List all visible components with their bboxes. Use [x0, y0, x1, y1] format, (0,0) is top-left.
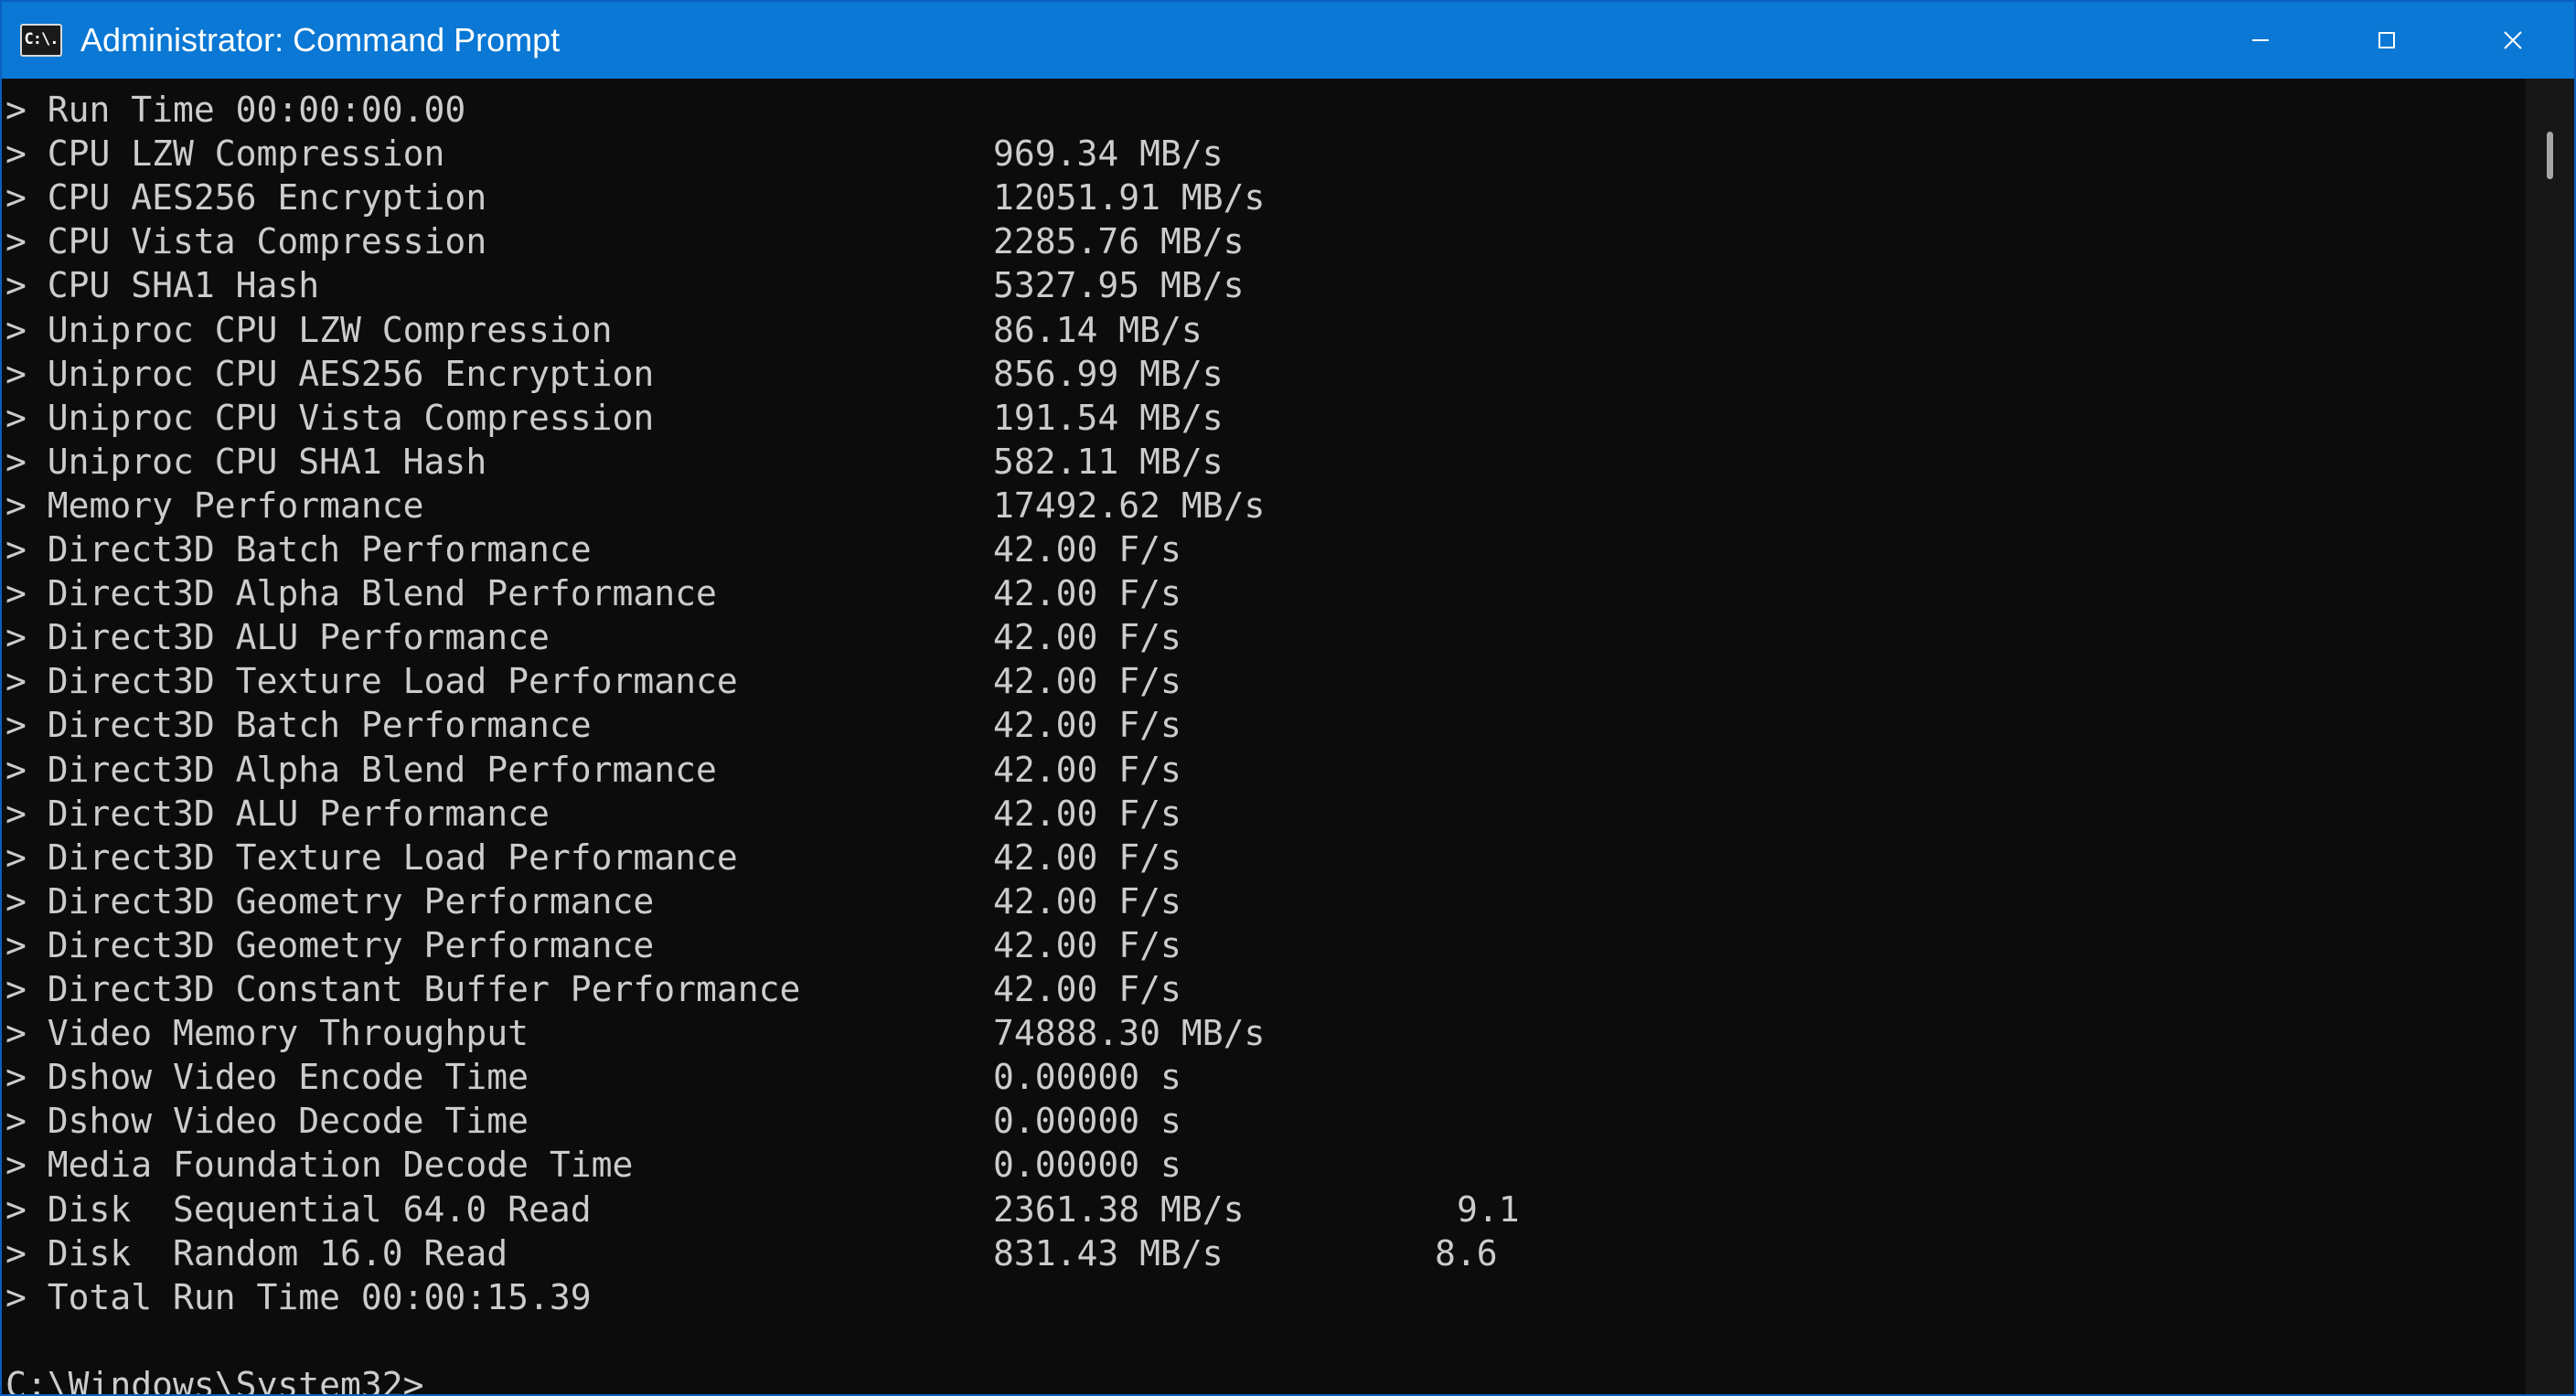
- benchmark-label: > CPU LZW Compression: [5, 133, 445, 175]
- benchmark-label: > Direct3D Batch Performance: [5, 529, 592, 570]
- benchmark-label: > CPU AES256 Encryption: [5, 177, 487, 218]
- benchmark-label: > Direct3D ALU Performance: [5, 793, 550, 834]
- window-title: Administrator: Command Prompt: [80, 21, 561, 59]
- benchmark-value: 856.99 MB/s: [993, 353, 1224, 394]
- benchmark-value: 42.00 F/s: [993, 924, 1181, 965]
- benchmark-label: > Direct3D Batch Performance: [5, 705, 592, 746]
- benchmark-value: 12051.91 MB/s: [993, 177, 1266, 218]
- benchmark-score: 9.1: [1457, 1188, 1520, 1230]
- benchmark-value: 5327.95 MB/s: [993, 265, 1245, 306]
- benchmark-label: > Direct3D Geometry Performance: [5, 924, 655, 965]
- maximize-icon: [2378, 32, 2395, 48]
- command-prompt-line[interactable]: C:\Windows\System32>: [5, 1363, 424, 1394]
- benchmark-value: 74888.30 MB/s: [993, 1013, 1266, 1054]
- maximize-button[interactable]: [2324, 2, 2450, 79]
- benchmark-value: 191.54 MB/s: [993, 397, 1224, 438]
- benchmark-label: > Direct3D Geometry Performance: [5, 880, 655, 922]
- total-run-time-line: > Total Run Time 00:00:15.39: [5, 1276, 592, 1317]
- benchmark-label: > Direct3D Texture Load Performance: [5, 661, 738, 702]
- minimize-icon: [2252, 39, 2269, 41]
- benchmark-label: > Direct3D Alpha Blend Performance: [5, 573, 717, 614]
- benchmark-value: 42.00 F/s: [993, 573, 1181, 614]
- benchmark-value: 42.00 F/s: [993, 529, 1181, 570]
- benchmark-value: 0.00000 s: [993, 1101, 1181, 1142]
- benchmark-label: > Disk Sequential 64.0 Read: [5, 1188, 592, 1230]
- benchmark-score: 8.6: [1435, 1232, 1498, 1273]
- benchmark-label: > Direct3D ALU Performance: [5, 617, 550, 658]
- benchmark-label: > Memory Performance: [5, 485, 424, 526]
- benchmark-value: 42.00 F/s: [993, 661, 1181, 702]
- benchmark-value: 42.00 F/s: [993, 617, 1181, 658]
- benchmark-value: 2361.38 MB/s: [993, 1188, 1245, 1230]
- benchmark-label: > Direct3D Texture Load Performance: [5, 837, 738, 878]
- benchmark-label: > CPU SHA1 Hash: [5, 265, 320, 306]
- benchmark-value: 0.00000 s: [993, 1057, 1181, 1098]
- benchmark-label: > CPU Vista Compression: [5, 221, 487, 262]
- benchmark-label: > Disk Random 16.0 Read: [5, 1232, 508, 1273]
- vertical-scrollbar[interactable]: [2526, 79, 2574, 1394]
- benchmark-value: 42.00 F/s: [993, 837, 1181, 878]
- benchmark-value: 582.11 MB/s: [993, 441, 1224, 482]
- benchmark-value: 17492.62 MB/s: [993, 485, 1266, 526]
- benchmark-label: > Direct3D Constant Buffer Performance: [5, 969, 801, 1009]
- scrollbar-thumb[interactable]: [2547, 132, 2553, 179]
- benchmark-value: 42.00 F/s: [993, 969, 1181, 1009]
- benchmark-value: 42.00 F/s: [993, 749, 1181, 790]
- benchmark-label: > Uniproc CPU AES256 Encryption: [5, 353, 655, 394]
- terminal-output[interactable]: > Run Time 00:00:00.00 > CPU LZW Compres…: [2, 79, 2526, 1394]
- benchmark-label: > Uniproc CPU LZW Compression: [5, 309, 613, 350]
- benchmark-label: > Uniproc CPU Vista Compression: [5, 397, 655, 438]
- run-time-line: > Run Time 00:00:00.00: [5, 90, 466, 130]
- benchmark-label: > Video Memory Throughput: [5, 1013, 529, 1054]
- benchmark-value: 42.00 F/s: [993, 880, 1181, 922]
- benchmark-value: 2285.76 MB/s: [993, 221, 1245, 262]
- title-bar[interactable]: C:\. Administrator: Command Prompt: [2, 2, 2574, 79]
- benchmark-value: 42.00 F/s: [993, 705, 1181, 746]
- benchmark-value: 42.00 F/s: [993, 793, 1181, 834]
- cmd-icon: C:\.: [20, 24, 62, 57]
- minimize-button[interactable]: [2197, 2, 2324, 79]
- benchmark-value: 0.00000 s: [993, 1145, 1181, 1186]
- benchmark-label: > Dshow Video Encode Time: [5, 1057, 529, 1098]
- close-button[interactable]: [2450, 2, 2574, 79]
- benchmark-value: 831.43 MB/s: [993, 1232, 1224, 1273]
- benchmark-label: > Dshow Video Decode Time: [5, 1101, 529, 1142]
- benchmark-label: > Direct3D Alpha Blend Performance: [5, 749, 717, 790]
- close-icon: [2504, 31, 2522, 49]
- benchmark-label: > Uniproc CPU SHA1 Hash: [5, 441, 487, 482]
- benchmark-value: 969.34 MB/s: [993, 133, 1224, 175]
- command-prompt-window: C:\. Administrator: Command Prompt > Run…: [0, 0, 2576, 1396]
- benchmark-label: > Media Foundation Decode Time: [5, 1145, 634, 1186]
- benchmark-value: 86.14 MB/s: [993, 309, 1202, 350]
